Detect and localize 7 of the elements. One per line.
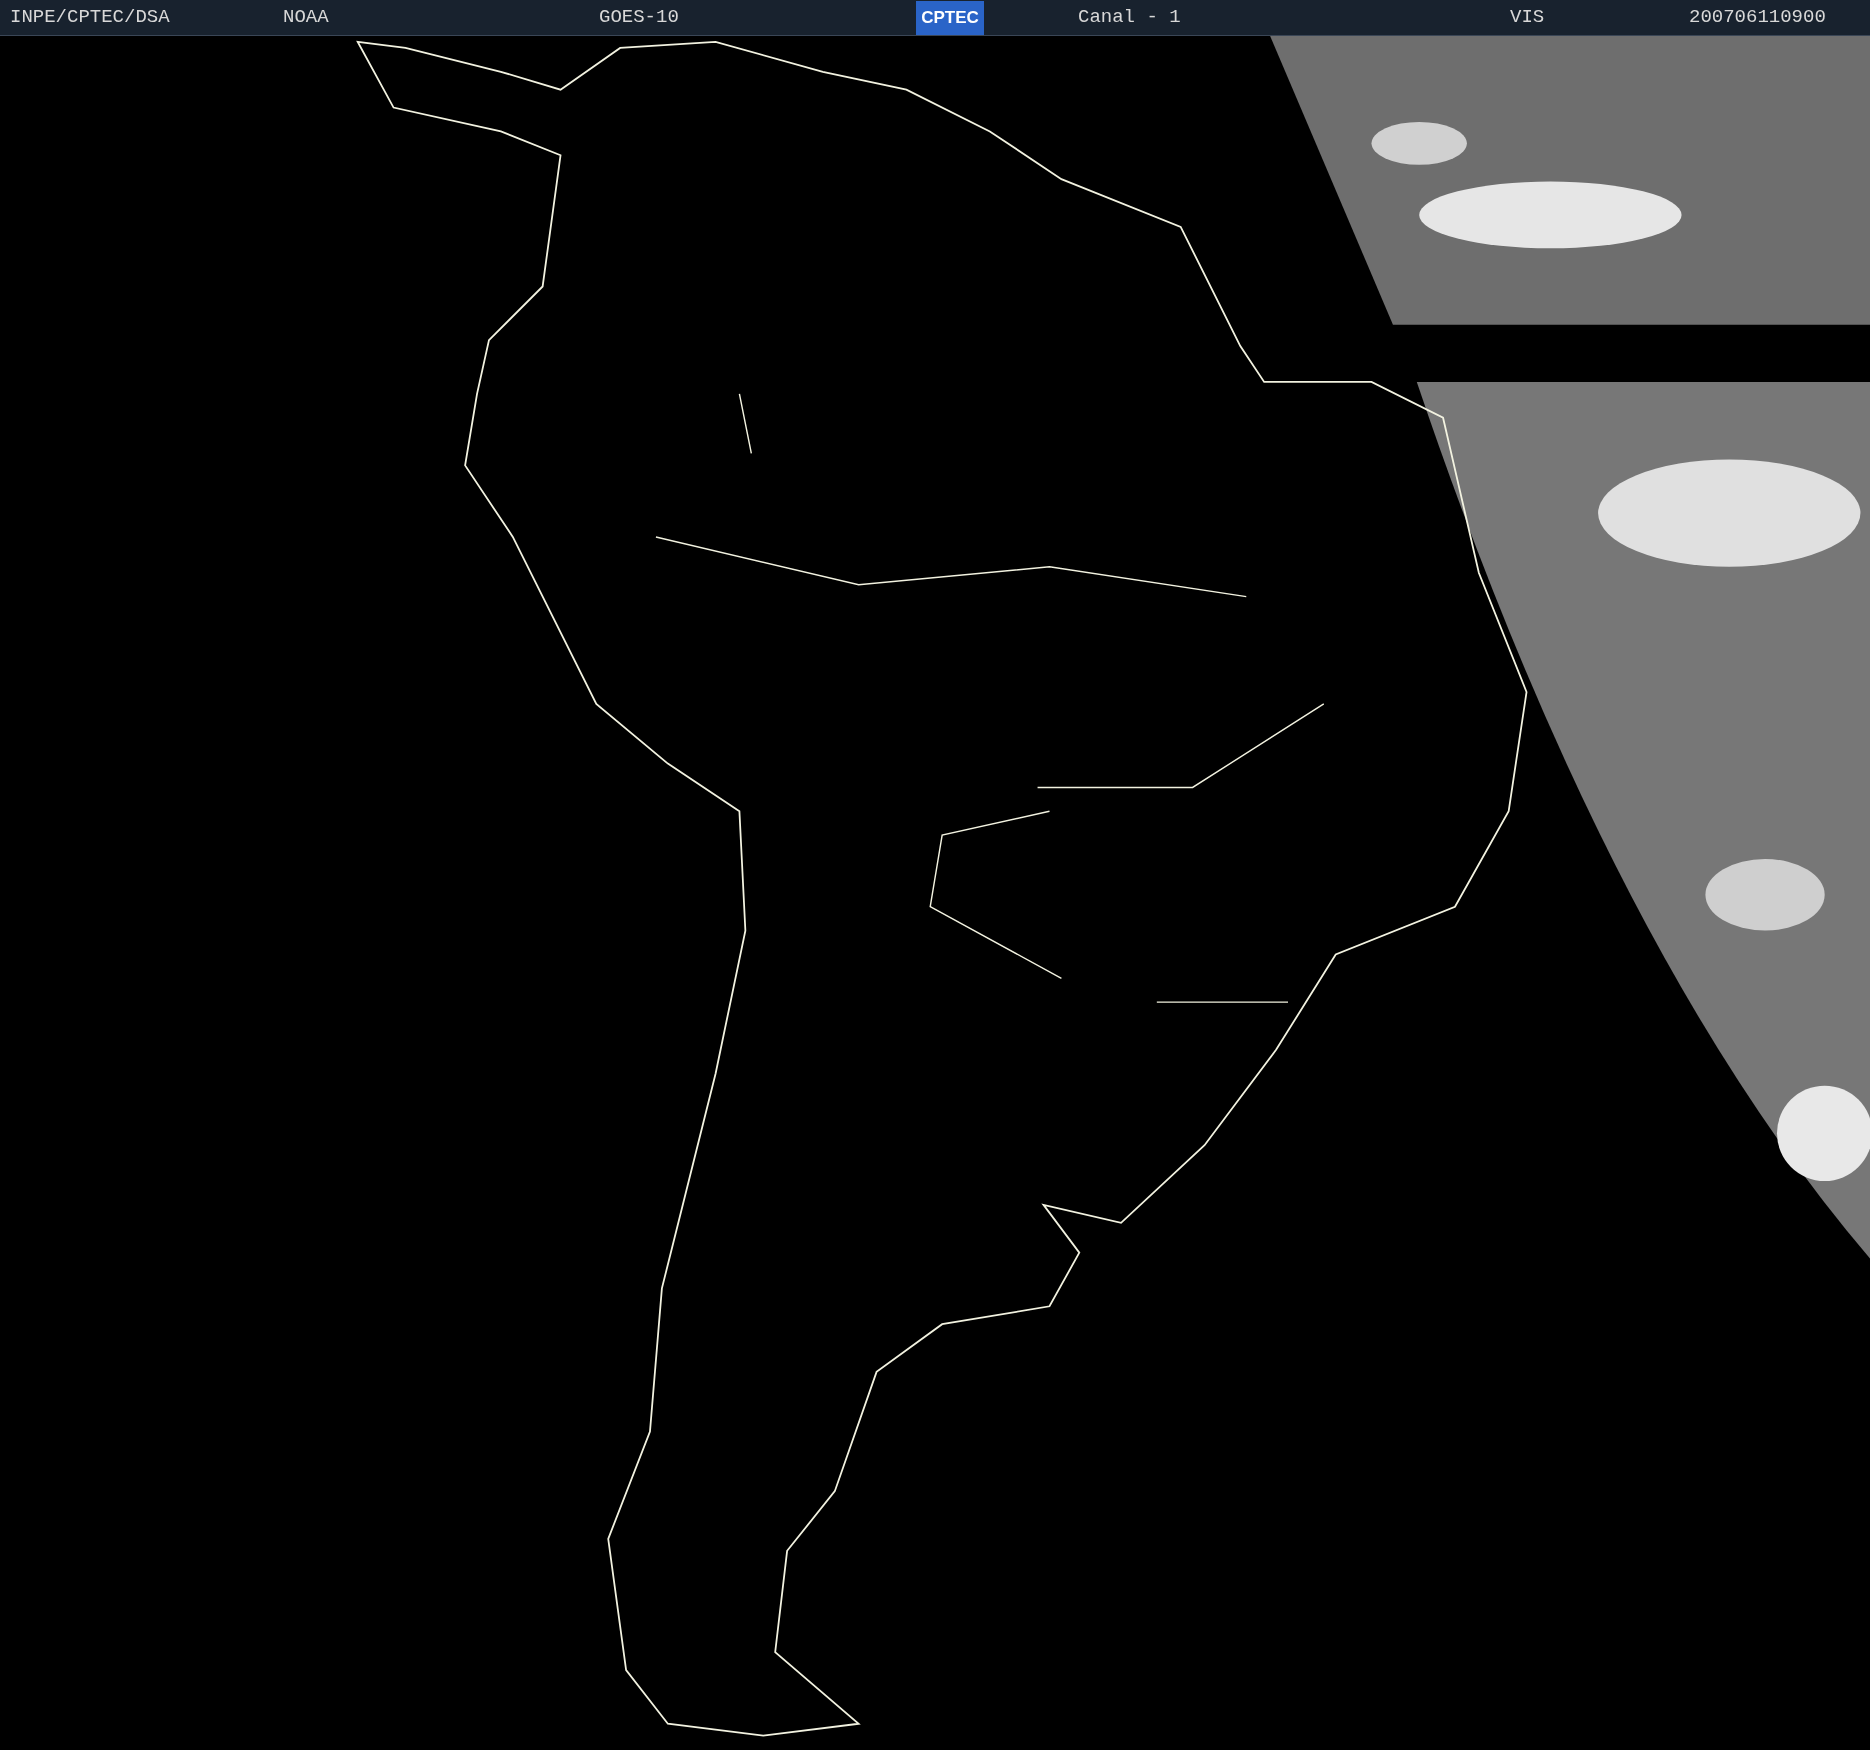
agency-label: INPE/CPTEC/DSA xyxy=(10,5,170,31)
channel-label: Canal - 1 xyxy=(1078,5,1181,31)
satellite-label: GOES-10 xyxy=(599,5,679,31)
timestamp-label: 200706110900 xyxy=(1689,5,1826,31)
logo: CPTEC xyxy=(916,0,984,35)
source-label: NOAA xyxy=(283,5,329,31)
band-label: VIS xyxy=(1510,5,1545,31)
